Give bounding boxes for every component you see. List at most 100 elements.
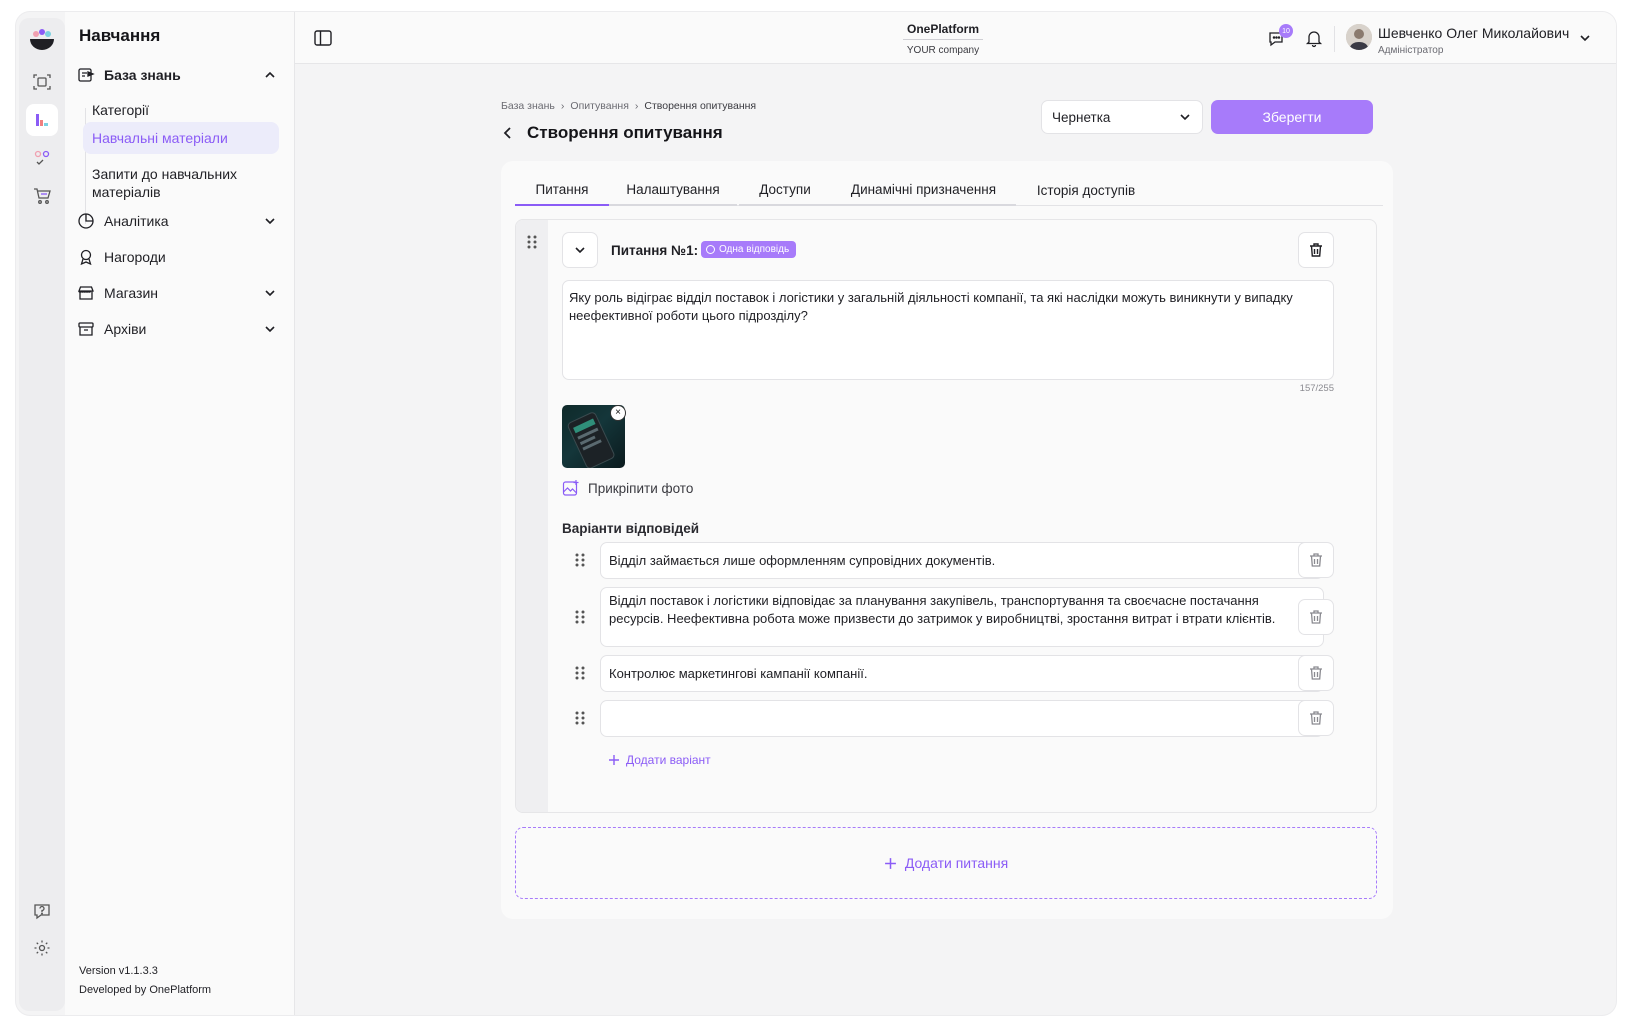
image-add-icon <box>562 480 579 496</box>
remove-photo-close-icon[interactable]: × <box>610 405 626 421</box>
brand-block: OnePlatform YOUR company <box>863 22 1023 56</box>
help-icon[interactable] <box>26 895 58 927</box>
breadcrumb-current: Створення опитування <box>644 100 757 112</box>
settings-gear-icon[interactable] <box>26 932 58 964</box>
sidebar: Навчання База знань Категорії Навчальні … <box>65 12 295 1015</box>
sidebar-item-knowledge-base[interactable]: База знань <box>77 60 277 90</box>
question-type-badge: Одна відповідь <box>701 241 797 258</box>
chat-icon[interactable]: 10 <box>1267 24 1293 55</box>
page-title: Створення опитування <box>527 123 723 142</box>
trash-icon <box>1310 243 1322 257</box>
pie-chart-icon <box>78 213 94 229</box>
tasks-icon[interactable] <box>26 142 58 174</box>
tab-bar: Питання Налаштування Доступи Динамічні п… <box>515 175 1383 206</box>
chevron-down-icon <box>265 290 275 297</box>
app-window: Навчання База знань Категорії Навчальні … <box>16 12 1616 1015</box>
tab-dynamic-assignments[interactable]: Динамічні призначення <box>831 175 1016 206</box>
brand-divider <box>903 39 983 40</box>
sidebar-item-rewards[interactable]: Нагороди <box>77 242 277 272</box>
chevron-down-icon <box>265 218 275 225</box>
delete-answer-button[interactable] <box>1298 542 1334 578</box>
sidebar-toggle-icon[interactable] <box>313 28 333 53</box>
shop-cart-icon[interactable] <box>26 180 58 212</box>
chevron-down-icon <box>575 247 585 254</box>
sidebar-title: Навчання <box>79 26 161 45</box>
delete-question-button[interactable] <box>1298 232 1334 268</box>
breadcrumb: База знань › Опитування › Створення опит… <box>501 100 756 112</box>
knowledge-base-icon <box>78 68 95 82</box>
archive-icon <box>78 322 94 336</box>
sidebar-item-analytics[interactable]: Аналітика <box>77 206 277 236</box>
chevron-up-icon <box>265 71 275 78</box>
add-question-label: Додати питання <box>904 855 1009 871</box>
tab-questions[interactable]: Питання <box>515 175 609 206</box>
sidebar-subitem-material-requests[interactable]: Запити до навчальних матеріалів <box>83 158 253 208</box>
user-name[interactable]: Шевченко Олег Миколайович <box>1378 25 1569 41</box>
avatar[interactable] <box>1346 24 1372 50</box>
icon-rail <box>19 18 65 1011</box>
user-role: Адміністратор <box>1378 45 1444 56</box>
status-select[interactable]: Чернетка <box>1041 100 1203 134</box>
question-block: Питання №1: Одна відповідь Яку роль віді… <box>515 219 1377 813</box>
answer-option-field[interactable]: Контролює маркетингові кампанії компанії… <box>600 655 1324 692</box>
breadcrumb-item[interactable]: База знань <box>501 100 555 112</box>
sidebar-item-label: Магазин <box>104 285 159 301</box>
question-title: Питання №1: <box>611 243 699 258</box>
add-variant-label: Додати варіант <box>626 753 711 767</box>
answer-option-field[interactable]: Відділ займається лише оформленням супро… <box>600 542 1324 579</box>
tab-settings[interactable]: Налаштування <box>609 175 737 206</box>
bell-icon[interactable] <box>1304 28 1324 53</box>
brand-name: OnePlatform <box>906 22 979 36</box>
answer-option-field[interactable]: Відділ поставок і логістики відповідає з… <box>600 587 1324 647</box>
breadcrumb-separator-icon: › <box>634 100 639 112</box>
attach-photo-button[interactable]: Прикріпити фото <box>562 479 693 497</box>
question-drag-gutter[interactable] <box>516 220 548 812</box>
award-icon <box>80 249 92 266</box>
topbar-divider <box>1334 26 1335 52</box>
drag-handle-icon[interactable] <box>574 552 586 568</box>
add-question-button[interactable]: Додати питання <box>515 827 1377 899</box>
breadcrumb-item[interactable]: Опитування <box>570 100 628 112</box>
plus-icon <box>884 857 896 869</box>
answers-heading: Варіанти відповідей <box>562 521 700 536</box>
breadcrumb-separator-icon: › <box>560 100 565 112</box>
store-icon <box>78 286 94 300</box>
user-menu-chevron-icon[interactable] <box>1578 31 1592 50</box>
delete-answer-button[interactable] <box>1298 599 1334 635</box>
drag-handle-icon[interactable] <box>574 609 586 625</box>
drag-handle-icon[interactable] <box>526 234 538 250</box>
question-text-field[interactable]: Яку роль відіграє відділ поставок і логі… <box>562 280 1334 380</box>
learning-icon[interactable] <box>26 104 58 136</box>
chevron-down-icon <box>265 326 275 333</box>
trash-icon <box>1310 610 1322 624</box>
sidebar-item-label: Нагороди <box>104 249 166 265</box>
status-select-value: Чернетка <box>1052 109 1111 125</box>
tab-access[interactable]: Доступи <box>739 175 831 206</box>
version-text: Version v1.1.3.3 <box>79 965 158 977</box>
app-logo[interactable] <box>27 26 57 56</box>
sidebar-item-shop[interactable]: Магазин <box>77 278 277 308</box>
radio-icon <box>706 245 715 254</box>
char-counter: 157/255 <box>1299 383 1334 394</box>
delete-answer-button[interactable] <box>1298 655 1334 691</box>
back-arrow-icon[interactable] <box>501 126 515 145</box>
sidebar-item-archives[interactable]: Архіви <box>77 314 277 344</box>
version-info: Version v1.1.3.3 Developed by OnePlatfor… <box>79 962 211 1000</box>
delete-answer-button[interactable] <box>1298 700 1334 736</box>
question-type-label: Одна відповідь <box>719 244 790 255</box>
save-button[interactable]: Зберегти <box>1211 100 1373 134</box>
trash-icon <box>1310 666 1322 680</box>
sidebar-item-label: База знань <box>104 67 181 83</box>
answer-option-field[interactable] <box>600 700 1324 737</box>
chat-badge: 10 <box>1279 24 1293 38</box>
tab-access-history[interactable]: Історія доступів <box>1016 175 1156 206</box>
survey-editor-card: Питання Налаштування Доступи Динамічні п… <box>501 161 1393 919</box>
add-variant-button[interactable]: Додати варіант <box>608 753 711 767</box>
sidebar-subitem-learning-materials[interactable]: Навчальні матеріали <box>83 122 279 154</box>
drag-handle-icon[interactable] <box>574 710 586 726</box>
drag-handle-icon[interactable] <box>574 665 586 681</box>
scan-icon[interactable] <box>26 66 58 98</box>
collapse-question-button[interactable] <box>562 232 598 268</box>
plus-icon <box>609 755 619 765</box>
attach-photo-label: Прикріпити фото <box>588 480 694 496</box>
